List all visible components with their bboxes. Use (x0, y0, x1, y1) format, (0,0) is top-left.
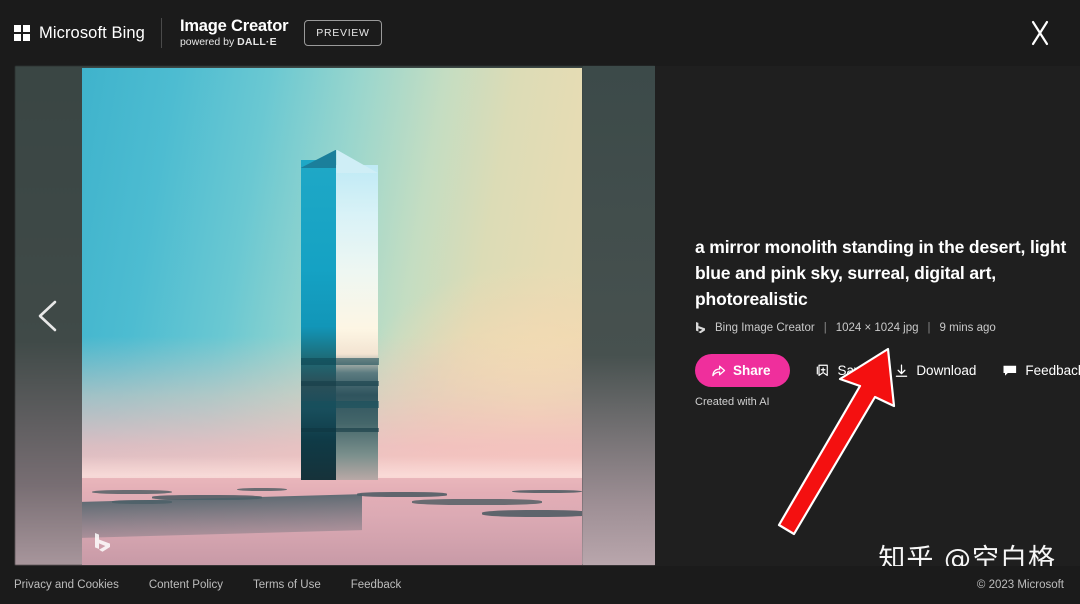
action-bar: Share Save Download Feedback (695, 354, 1080, 387)
powered-prefix: powered by (179, 36, 238, 49)
product-subtitle: powered by DALL·E (180, 37, 288, 48)
close-button[interactable] (1022, 16, 1058, 50)
brand-label: Microsoft Bing (39, 23, 145, 42)
generated-image[interactable] (82, 68, 582, 565)
preview-badge[interactable]: PREVIEW (304, 20, 382, 46)
download-label: Download (916, 363, 977, 378)
meta-timestamp: 9 mins ago (939, 322, 996, 334)
image-metadata: Bing Image Creator | 1024 × 1024 jpg | 9… (695, 321, 996, 335)
feedback-chat-icon (1003, 365, 1017, 376)
created-with-ai-label: Created with AI (695, 396, 770, 408)
download-button[interactable]: Download (894, 363, 976, 379)
meta-separator-2: | (927, 322, 931, 334)
meta-source: Bing Image Creator (715, 322, 815, 334)
footer-link-content-policy[interactable]: Content Policy (149, 579, 223, 591)
previous-image-button[interactable] (28, 294, 68, 338)
download-icon (896, 364, 908, 377)
meta-dimensions: 1024 × 1024 jpg (835, 322, 919, 334)
product-title: Image Creator (179, 16, 289, 35)
copyright-label: © 2023 Microsoft (976, 579, 1064, 591)
app-footer: Privacy and Cookies Content Policy Terms… (0, 566, 1080, 604)
save-label: Save (837, 363, 869, 378)
app-header: Microsoft Bing Image Creator powered by … (0, 0, 1080, 66)
meta-separator-1: | (823, 322, 827, 334)
feedback-label: Feedback (1025, 363, 1080, 378)
share-button[interactable]: Share (695, 354, 790, 387)
footer-link-feedback[interactable]: Feedback (351, 579, 402, 591)
brand-block[interactable]: Microsoft Bing (14, 24, 145, 43)
share-icon (712, 365, 726, 377)
monolith-tip-right (336, 149, 379, 174)
share-label: Share (733, 363, 771, 378)
bing-watermark-icon (95, 533, 110, 552)
feedback-button[interactable]: Feedback (1002, 363, 1080, 378)
footer-link-privacy[interactable]: Privacy and Cookies (14, 579, 119, 591)
prompt-text: a mirror monolith standing in the desert… (695, 237, 1067, 309)
footer-link-terms[interactable]: Terms of Use (253, 579, 321, 591)
mirror-monolith (300, 149, 379, 481)
save-button[interactable]: Save (816, 363, 869, 378)
header-divider (160, 18, 162, 48)
monolith-left-face (300, 160, 337, 481)
monolith-shadow (82, 493, 362, 538)
monolith-right-face (336, 164, 379, 481)
save-collection-icon (816, 364, 828, 376)
powered-by-dalle: DALL·E (237, 36, 277, 49)
detail-panel: a mirror monolith standing in the desert… (655, 66, 1080, 566)
bing-b-icon (696, 322, 705, 334)
blurred-backdrop-right (583, 66, 655, 565)
product-block: Image Creator powered by DALL·E (179, 16, 289, 48)
microsoft-logo-icon (14, 24, 31, 42)
